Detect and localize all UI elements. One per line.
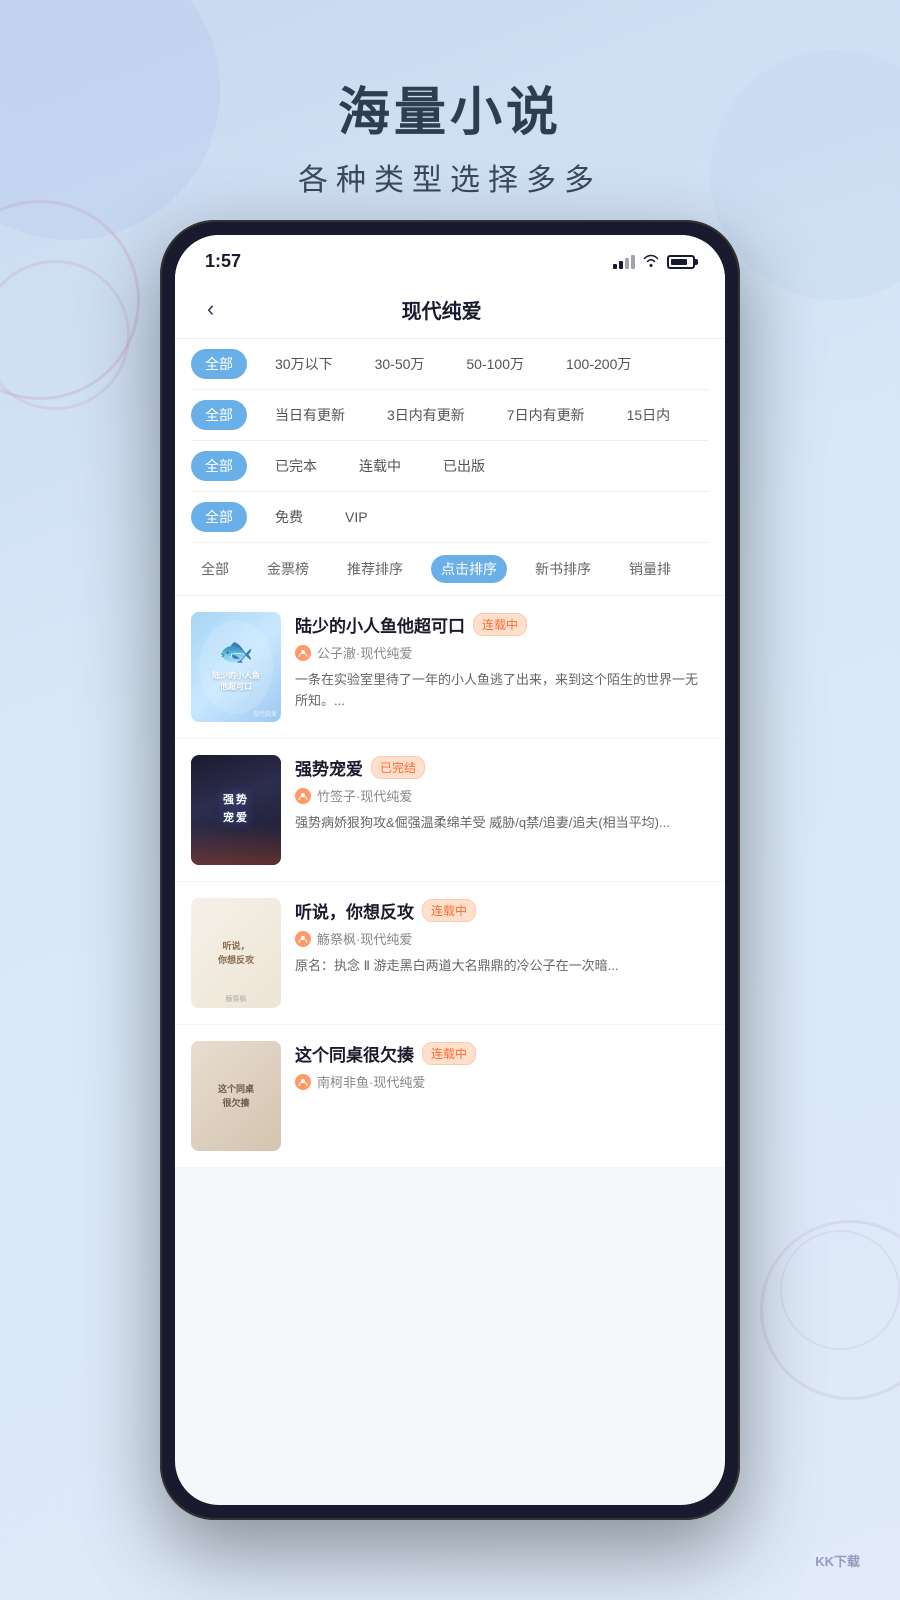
- filter-option-2-1[interactable]: 当日有更新: [261, 400, 359, 430]
- filter-row-price: 全部 免费 VIP: [191, 492, 709, 543]
- sort-tab-2[interactable]: 推荐排序: [337, 555, 413, 583]
- book-badge-3: 连载中: [422, 1042, 476, 1065]
- book-title-row-0: 陆少的小人鱼他超可口 连载中: [295, 612, 709, 637]
- book-author-name-3: 南柯非鱼·现代纯爱: [317, 1072, 425, 1091]
- author-icon-1: [295, 788, 311, 804]
- book-info-1: 强势宠爱 已完结 竹签子·现代纯爱 强势病娇狠狗攻&倔强温柔绵羊受 威胁/q禁/…: [295, 755, 709, 834]
- filter-option-1-1[interactable]: 30万以下: [261, 349, 347, 379]
- book-title-2: 听说，你想反攻: [295, 898, 414, 923]
- filter-option-2-4[interactable]: 15日内: [613, 400, 685, 430]
- filter-option-3-1[interactable]: 已完本: [261, 451, 331, 481]
- filter-all-1[interactable]: 全部: [191, 349, 247, 379]
- book-badge-1: 已完结: [371, 756, 425, 779]
- author-icon-2: [295, 931, 311, 947]
- book-desc-1: 强势病娇狠狗攻&倔强温柔绵羊受 威胁/q禁/追妻/追夫(相当平均)...: [295, 813, 709, 834]
- sort-tab-0[interactable]: 全部: [191, 555, 239, 583]
- sort-tab-1[interactable]: 金票榜: [257, 555, 319, 583]
- book-author-0: 公子澈·现代纯爱: [295, 643, 709, 662]
- book-title-row-1: 强势宠爱 已完结: [295, 755, 709, 780]
- wifi-icon: [643, 253, 659, 270]
- book-author-name-2: 觞祭枫·现代纯爱: [317, 929, 412, 948]
- filter-option-1-3[interactable]: 50-100万: [452, 349, 538, 379]
- filter-section: 全部 30万以下 30-50万 50-100万 100-200万 全部 当日有更…: [175, 339, 725, 543]
- book-cover-1: 强势宠爱: [191, 755, 281, 865]
- filter-option-2-3[interactable]: 7日内有更新: [493, 400, 599, 430]
- book-author-3: 南柯非鱼·现代纯爱: [295, 1072, 709, 1091]
- book-title-0: 陆少的小人鱼他超可口: [295, 612, 465, 637]
- status-time: 1:57: [205, 251, 241, 272]
- book-item-1[interactable]: 强势宠爱 强势宠爱 已完结 竹签子·现代纯爱 强势病娇狠狗攻&倔强温柔绵羊受 威…: [175, 739, 725, 882]
- book-cover-3: 这个同桌很欠揍: [191, 1041, 281, 1151]
- book-cover-0: 🐟 陆少的小人鱼他超可口 现代纯爱: [191, 612, 281, 722]
- filter-option-4-2[interactable]: VIP: [331, 504, 382, 530]
- status-icons: [613, 253, 695, 270]
- sort-tabs: 全部金票榜推荐排序点击排序新书排序销量排: [175, 543, 725, 596]
- book-title-row-2: 听说，你想反攻 连载中: [295, 898, 709, 923]
- book-info-0: 陆少的小人鱼他超可口 连载中 公子澈·现代纯爱 一条在实验室里待了一年的小人鱼逃…: [295, 612, 709, 712]
- author-icon-0: [295, 645, 311, 661]
- filter-all-3[interactable]: 全部: [191, 451, 247, 481]
- book-badge-2: 连载中: [422, 899, 476, 922]
- book-title-3: 这个同桌很欠揍: [295, 1041, 414, 1066]
- author-icon-3: [295, 1074, 311, 1090]
- book-item-2[interactable]: 听说，你想反攻 觞祭枫 听说，你想反攻 连载中 觞祭枫·现代纯爱 原名：执念 Ⅱ…: [175, 882, 725, 1025]
- filter-all-4[interactable]: 全部: [191, 502, 247, 532]
- book-title-row-3: 这个同桌很欠揍 连载中: [295, 1041, 709, 1066]
- book-cover-2: 听说，你想反攻 觞祭枫: [191, 898, 281, 1008]
- navigation-bar: ‹ 现代纯爱: [175, 280, 725, 339]
- sort-tab-5[interactable]: 销量排: [619, 555, 681, 583]
- book-author-name-1: 竹签子·现代纯爱: [317, 786, 412, 805]
- battery-icon: [667, 255, 695, 269]
- filter-option-3-2[interactable]: 连载中: [345, 451, 415, 481]
- filter-row-wordcount: 全部 30万以下 30-50万 50-100万 100-200万: [191, 339, 709, 390]
- phone-screen: 1:57: [175, 235, 725, 1505]
- bg-decoration-circle-6: [780, 1230, 900, 1350]
- back-button[interactable]: ‹: [199, 292, 222, 326]
- book-author-1: 竹签子·现代纯爱: [295, 786, 709, 805]
- filter-option-3-3[interactable]: 已出版: [429, 451, 499, 481]
- filter-row-update: 全部 当日有更新 3日内有更新 7日内有更新 15日内: [191, 390, 709, 441]
- phone-mockup: 1:57: [160, 220, 740, 1520]
- page-title: 现代纯爱: [222, 295, 661, 324]
- sort-tab-3[interactable]: 点击排序: [431, 555, 507, 583]
- book-title-1: 强势宠爱: [295, 755, 363, 780]
- book-item-0[interactable]: 🐟 陆少的小人鱼他超可口 现代纯爱 陆少的小人鱼他超可口 连载中 公子澈·现代纯…: [175, 596, 725, 739]
- book-info-2: 听说，你想反攻 连载中 觞祭枫·现代纯爱 原名：执念 Ⅱ 游走黑白两道大名鼎鼎的…: [295, 898, 709, 977]
- book-list: 🐟 陆少的小人鱼他超可口 现代纯爱 陆少的小人鱼他超可口 连载中 公子澈·现代纯…: [175, 596, 725, 1168]
- status-bar: 1:57: [175, 235, 725, 280]
- filter-option-1-2[interactable]: 30-50万: [361, 349, 439, 379]
- sort-tab-4[interactable]: 新书排序: [525, 555, 601, 583]
- signal-icon: [613, 255, 635, 269]
- book-info-3: 这个同桌很欠揍 连载中 南柯非鱼·现代纯爱: [295, 1041, 709, 1099]
- filter-option-4-1[interactable]: 免费: [261, 502, 317, 532]
- phone-frame: 1:57: [160, 220, 740, 1520]
- book-desc-0: 一条在实验室里待了一年的小人鱼逃了出来，来到这个陌生的世界一无所知。...: [295, 670, 709, 712]
- filter-option-1-4[interactable]: 100-200万: [552, 349, 645, 379]
- book-badge-0: 连载中: [473, 613, 527, 636]
- book-author-2: 觞祭枫·现代纯爱: [295, 929, 709, 948]
- watermark: KK下载: [815, 1551, 860, 1570]
- filter-row-status: 全部 已完本 连载中 已出版: [191, 441, 709, 492]
- filter-option-2-2[interactable]: 3日内有更新: [373, 400, 479, 430]
- filter-all-2[interactable]: 全部: [191, 400, 247, 430]
- book-item-3[interactable]: 这个同桌很欠揍 这个同桌很欠揍 连载中 南柯非鱼·现代纯爱: [175, 1025, 725, 1168]
- book-desc-2: 原名：执念 Ⅱ 游走黑白两道大名鼎鼎的冷公子在一次暗...: [295, 956, 709, 977]
- book-author-name-0: 公子澈·现代纯爱: [317, 643, 412, 662]
